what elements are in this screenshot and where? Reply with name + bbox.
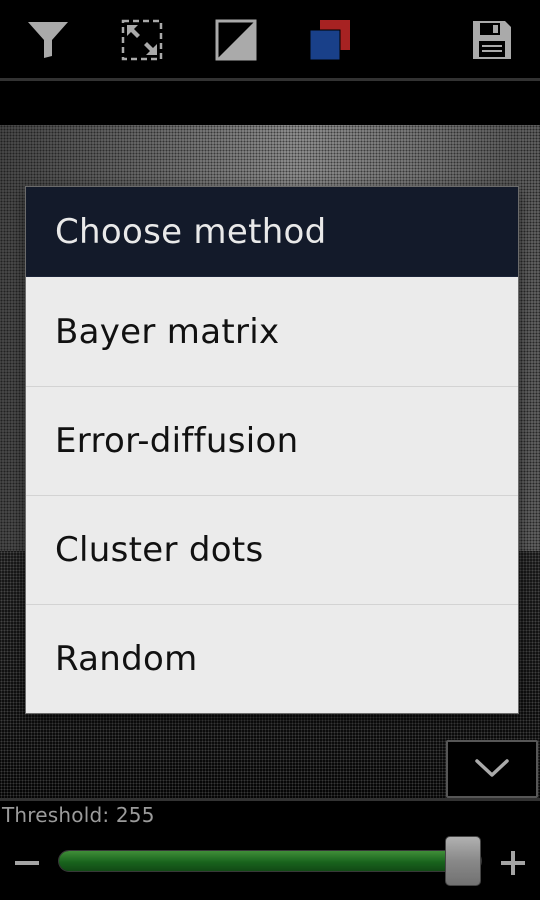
choose-method-dialog: Choose method Bayer matrix Error-diffusi… — [26, 187, 518, 713]
method-option-random[interactable]: Random — [26, 604, 518, 713]
method-option-bayer-matrix[interactable]: Bayer matrix — [26, 277, 518, 386]
method-option-cluster-dots[interactable]: Cluster dots — [26, 495, 518, 604]
method-option-error-diffusion[interactable]: Error-diffusion — [26, 386, 518, 495]
dialog-title: Choose method — [26, 187, 518, 277]
method-list: Bayer matrix Error-diffusion Cluster dot… — [26, 277, 518, 713]
